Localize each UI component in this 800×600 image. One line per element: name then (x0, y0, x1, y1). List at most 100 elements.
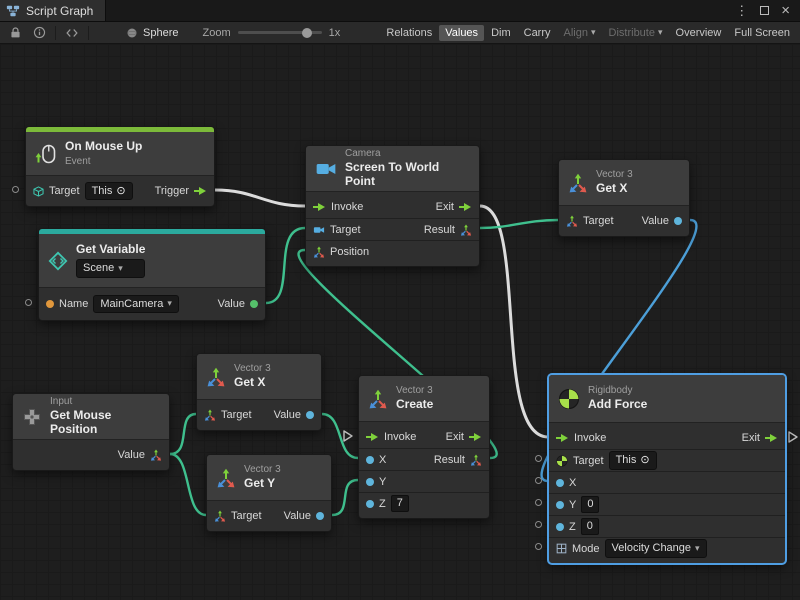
align-dropdown[interactable]: Align▾ (558, 25, 602, 41)
node-on-mouse-up[interactable]: On Mouse Up Event Target This⊙ Trigger (25, 126, 215, 207)
this-chip[interactable]: This⊙ (85, 182, 133, 200)
node-get-mouse-position[interactable]: Input Get Mouse Position Value (12, 393, 170, 471)
exec-arrow-icon[interactable] (469, 432, 482, 442)
maximize-icon[interactable] (760, 6, 769, 15)
float-port-dot[interactable] (316, 512, 324, 520)
camera-port-icon[interactable] (313, 224, 325, 236)
zoom-slider-handle[interactable] (302, 28, 312, 38)
wire-trigger-to-invoke[interactable] (215, 190, 305, 206)
wire-result-to-getx-target[interactable] (480, 220, 558, 228)
node-vector3-create[interactable]: Vector 3 Create Invoke Exit X Result (358, 375, 490, 519)
close-icon[interactable]: × (781, 3, 790, 18)
node-vector3-get-x-top[interactable]: Vector 3 Get X Target Value (558, 159, 690, 237)
overview-button[interactable]: Overview (670, 25, 728, 41)
port-row-invoke-exit[interactable]: Invoke Exit (549, 427, 785, 449)
graph-canvas[interactable]: On Mouse Up Event Target This⊙ Trigger (0, 44, 800, 600)
full-screen-button[interactable]: Full Screen (728, 25, 796, 41)
wire-exit-to-addforce-invoke[interactable] (480, 206, 548, 437)
port-row-mode[interactable]: Mode Velocity Change▾ (549, 537, 785, 559)
mode-port-ext[interactable] (535, 543, 542, 550)
port-row-target-value[interactable]: Target Value (207, 505, 331, 527)
values-button[interactable]: Values (439, 25, 484, 41)
exec-arrow-icon[interactable] (765, 433, 778, 443)
float-port-dot[interactable] (366, 478, 374, 486)
port-row-target-result[interactable]: Target Result (306, 218, 479, 240)
exec-arrow-icon[interactable] (313, 202, 326, 212)
distribute-dropdown[interactable]: Distribute▾ (603, 25, 669, 41)
float-port-dot[interactable] (366, 456, 374, 464)
port-row-target[interactable]: Target This⊙ (549, 449, 785, 471)
edit-graph-button[interactable] (61, 24, 83, 42)
node-vector3-get-x-mid[interactable]: Vector 3 Get X Target Value (196, 353, 322, 431)
vector3-port-icon[interactable] (470, 454, 482, 466)
x-port-ext[interactable] (535, 477, 542, 484)
wire-variable-value-to-target[interactable] (266, 228, 305, 303)
port-row-target-trigger[interactable]: Target This⊙ Trigger (26, 178, 214, 204)
vector3-port-icon[interactable] (150, 449, 162, 461)
exec-arrow-icon[interactable] (556, 433, 569, 443)
float-port-dot[interactable] (556, 479, 564, 487)
object-port-dot[interactable] (250, 300, 258, 308)
mode-dropdown[interactable]: Velocity Change▾ (605, 539, 707, 557)
port-row-invoke-exit[interactable]: Invoke Exit (306, 196, 479, 218)
node-get-variable[interactable]: Get Variable Scene▾ Name MainCamera▾ Val… (38, 228, 266, 321)
port-row-y[interactable]: Y (359, 470, 489, 492)
exec-arrow-icon[interactable] (366, 432, 379, 442)
variable-name-dropdown[interactable]: MainCamera▾ (93, 295, 179, 313)
target-port-ext[interactable] (535, 455, 542, 462)
port-row-z[interactable]: Z 7 (359, 492, 489, 514)
vector3-port-icon[interactable] (313, 246, 325, 258)
enum-grid-icon[interactable] (556, 543, 567, 554)
vector3-icon (216, 468, 236, 488)
z-port-ext[interactable] (535, 521, 542, 528)
port-row-position[interactable]: Position (306, 240, 479, 262)
port-row-value[interactable]: Value (13, 444, 169, 466)
port-row-y[interactable]: Y 0 (549, 493, 785, 515)
node-add-force[interactable]: Rigidbody Add Force Invoke Exit Target T… (548, 374, 786, 564)
relations-button[interactable]: Relations (380, 25, 438, 41)
menu-kebab-icon[interactable]: ⋮ (735, 4, 748, 17)
port-row-invoke-exit[interactable]: Invoke Exit (359, 426, 489, 448)
tab-script-graph[interactable]: Script Graph (0, 0, 106, 21)
string-port-dot[interactable] (46, 300, 54, 308)
vector3-port-icon[interactable] (566, 215, 578, 227)
float-port-dot[interactable] (674, 217, 682, 225)
info-button[interactable] (28, 24, 50, 42)
rigidbody-port-icon[interactable] (556, 455, 568, 467)
lock-button[interactable] (4, 24, 26, 42)
target-port-ext[interactable] (12, 186, 19, 193)
port-row-target-value[interactable]: Target Value (197, 404, 321, 426)
zoom-slider[interactable] (238, 31, 322, 34)
vector3-port-icon[interactable] (460, 224, 472, 236)
dim-button[interactable]: Dim (485, 25, 517, 41)
port-row-name-value[interactable]: Name MainCamera▾ Value (39, 290, 265, 318)
graph-owner[interactable]: Sphere (120, 27, 184, 39)
this-chip[interactable]: This⊙ (609, 451, 657, 469)
port-row-z[interactable]: Z 0 (549, 515, 785, 537)
z-value-field[interactable]: 0 (581, 518, 599, 535)
float-port-dot[interactable] (366, 500, 374, 508)
float-port-dot[interactable] (306, 411, 314, 419)
wire-mousepos-to-gety-target[interactable] (170, 454, 206, 515)
create-invoke-triangle[interactable] (344, 431, 352, 441)
name-port-ext[interactable] (25, 299, 32, 306)
node-screen-to-world-point[interactable]: Camera Screen To World Point Invoke Exit… (305, 145, 480, 267)
variable-scope-dropdown[interactable]: Scene▾ (76, 259, 145, 277)
float-port-dot[interactable] (556, 523, 564, 531)
port-row-x[interactable]: X (549, 471, 785, 493)
float-port-dot[interactable] (556, 501, 564, 509)
vector3-port-icon[interactable] (214, 510, 226, 522)
port-row-x-result[interactable]: X Result (359, 448, 489, 470)
carry-button[interactable]: Carry (518, 25, 557, 41)
vector3-port-icon[interactable] (204, 409, 216, 421)
y-value-field[interactable]: 0 (581, 496, 599, 513)
port-row-target-value[interactable]: Target Value (559, 210, 689, 232)
wire-gety-value-to-create-y[interactable] (332, 480, 358, 515)
z-value-field[interactable]: 7 (391, 495, 409, 512)
exec-arrow-icon[interactable] (194, 186, 207, 196)
y-port-ext[interactable] (535, 499, 542, 506)
wire-mousepos-to-getx-target[interactable] (170, 414, 196, 454)
addforce-exit-triangle[interactable] (789, 432, 797, 442)
exec-arrow-icon[interactable] (459, 202, 472, 212)
node-vector3-get-y[interactable]: Vector 3 Get Y Target Value (206, 454, 332, 532)
